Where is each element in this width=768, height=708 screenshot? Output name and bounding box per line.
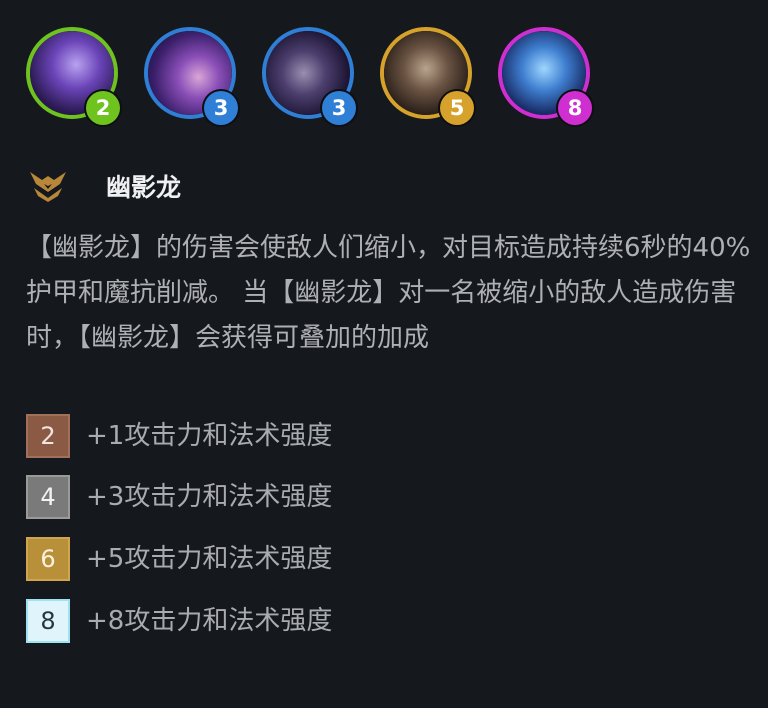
cost-badge: 3 <box>204 91 238 125</box>
tier-count-badge: 6 <box>26 537 70 581</box>
tier-count-badge: 4 <box>26 475 70 519</box>
tier-bonus-text: +1攻击力和法术强度 <box>86 421 333 451</box>
tier-bonus-text: +8攻击力和法术强度 <box>86 606 333 636</box>
champion-portrait-2[interactable]: 3 <box>144 27 244 127</box>
trait-description: 【幽影龙】的伤害会使敌人们缩小，对目标造成持续6秒的40%护甲和魔抗削减。 当【… <box>26 233 751 353</box>
champion-portrait-5[interactable]: 8 <box>498 27 598 127</box>
tier-count-badge: 2 <box>26 414 70 458</box>
champion-portraits-row: 2 3 3 5 8 <box>0 0 768 140</box>
tier-row: 6 +5攻击力和法术强度 <box>26 537 726 581</box>
champion-portrait-4[interactable]: 5 <box>380 27 480 127</box>
cost-badge: 8 <box>558 91 592 125</box>
cost-badge: 2 <box>86 91 120 125</box>
tier-row: 4 +3攻击力和法术强度 <box>26 475 726 519</box>
tier-bonus-text: +5攻击力和法术强度 <box>86 544 333 574</box>
tier-count-badge: 8 <box>26 599 70 643</box>
tier-row: 2 +1攻击力和法术强度 <box>26 414 726 458</box>
tier-row: 8 +8攻击力和法术强度 <box>26 599 726 643</box>
tier-bonus-text: +3攻击力和法术强度 <box>86 482 333 512</box>
champion-portrait-1[interactable]: 2 <box>26 27 126 127</box>
cost-badge: 3 <box>322 91 356 125</box>
trait-name: 幽影龙 <box>106 173 182 202</box>
whispers-dragon-trait-icon <box>30 172 66 202</box>
champion-portrait-3[interactable]: 3 <box>262 27 362 127</box>
cost-badge: 5 <box>440 91 474 125</box>
